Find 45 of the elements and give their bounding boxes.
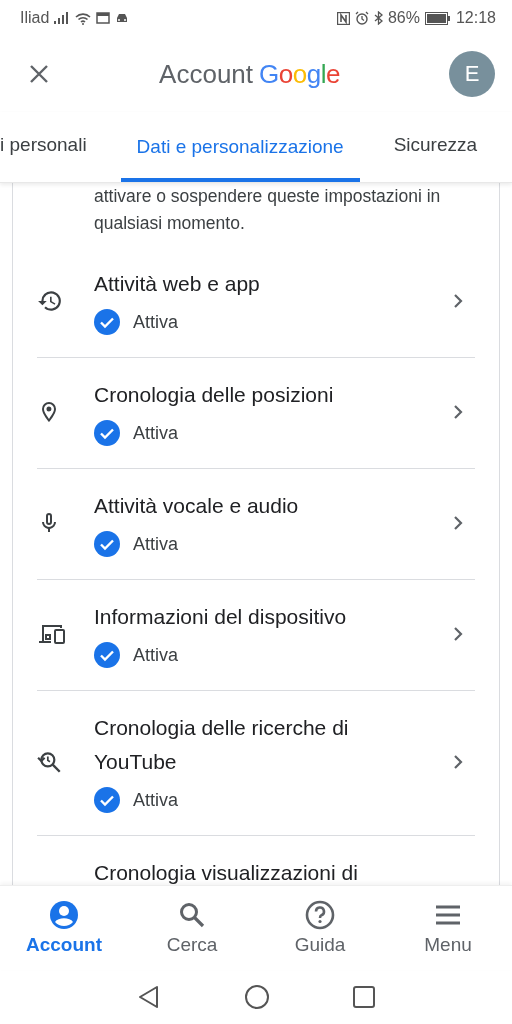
battery-icon: [424, 11, 451, 25]
nfc-icon: [336, 11, 350, 25]
bluetooth-icon: [373, 11, 383, 25]
chevron-right-icon[interactable]: [453, 515, 463, 531]
setting-title[interactable]: Attività vocale e audio: [94, 489, 394, 523]
window-icon: [96, 12, 111, 24]
status-label: Attiva: [133, 422, 179, 444]
setting-title[interactable]: Cronologia delle ricerche di YouTube: [94, 711, 394, 779]
nav-tab[interactable]: Menu: [393, 886, 503, 970]
status-label: Attiva: [133, 644, 179, 666]
home-icon[interactable]: [244, 984, 270, 1010]
status-label: Attiva: [133, 789, 179, 811]
alarm-icon: [354, 11, 369, 25]
intro-text: attivare o sospendere queste impostazioni in qualsiasi momento.: [93, 185, 442, 235]
status-label: Attiva: [133, 311, 179, 333]
chevron-right-icon[interactable]: [453, 404, 463, 420]
chevron-right-icon[interactable]: [453, 754, 463, 770]
search-history-icon: [37, 749, 63, 775]
nav-tab[interactable]: Cerca: [137, 886, 247, 970]
tab[interactable]: i personali: [0, 112, 103, 182]
help-icon: [305, 900, 335, 930]
setting-title[interactable]: Informazioni del dispositivo: [94, 600, 394, 634]
nav-tab[interactable]: Account: [9, 886, 119, 970]
setting-title[interactable]: Cronologia delle posizioni: [94, 378, 394, 412]
status-label: Attiva: [133, 533, 179, 555]
car-icon: [115, 12, 130, 24]
search-icon: [177, 900, 207, 930]
carrier-name: Iliad: [20, 9, 50, 27]
battery-percent: 86%: [387, 9, 420, 27]
recents-icon[interactable]: [352, 985, 376, 1009]
clock-time: 12:18: [455, 9, 496, 27]
setting-title[interactable]: Attività web e app: [94, 267, 394, 301]
nav-tab[interactable]: Guida: [265, 886, 375, 970]
tab[interactable]: Dati e personalizzazione: [120, 112, 360, 182]
history-icon: [37, 288, 63, 314]
account-icon: [49, 900, 79, 930]
tab[interactable]: Sicurezza: [377, 112, 494, 182]
chevron-right-icon[interactable]: [453, 626, 463, 642]
setting-title[interactable]: Cronologia visualizzazioni di: [94, 856, 394, 885]
account-title: Account: [159, 58, 254, 90]
signal-icon: [54, 12, 71, 24]
google-wordmark: Google: [259, 58, 340, 90]
close-button[interactable]: [28, 63, 50, 85]
chevron-right-icon[interactable]: [453, 293, 463, 309]
wifi-icon: [75, 11, 92, 25]
